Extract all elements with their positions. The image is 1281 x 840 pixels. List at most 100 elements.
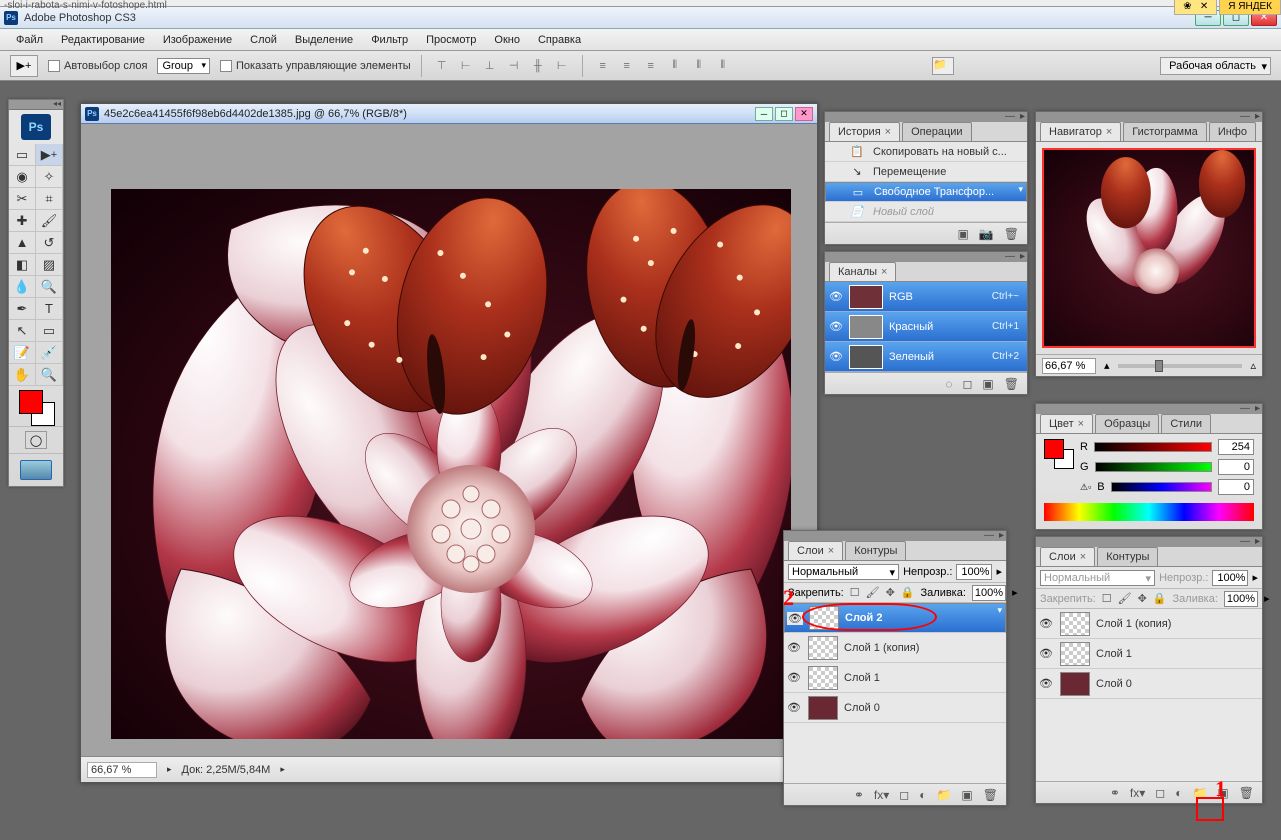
color-swatches[interactable] — [9, 386, 63, 426]
new-channel-icon[interactable]: ▣ — [982, 377, 993, 391]
autoselect-checkbox[interactable]: Автовыбор слоя — [48, 60, 147, 72]
delete-layer-icon[interactable]: 🗑 — [983, 788, 998, 802]
menu-window[interactable]: Окно — [486, 31, 528, 49]
tab-info[interactable]: Инфо — [1209, 122, 1256, 141]
tab-layers[interactable]: Слои× — [1040, 547, 1095, 566]
lock-move-icon[interactable]: ✥ — [886, 586, 895, 599]
dist-3-icon[interactable]: ≡ — [641, 57, 661, 75]
bridge-icon[interactable]: 📁 — [932, 57, 954, 75]
eye-icon[interactable]: 👁 — [787, 612, 803, 625]
screenmode-button[interactable] — [20, 460, 52, 480]
tab-paths[interactable]: Контуры — [1097, 547, 1158, 566]
align-left-icon[interactable]: ⊣ — [504, 57, 524, 75]
workspace-select[interactable]: Рабочая область — [1160, 57, 1271, 75]
doc-maximize[interactable]: ◻ — [775, 107, 793, 121]
adjustment-icon[interactable]: ◐ — [919, 788, 926, 802]
fill-input[interactable]: 100% — [1224, 591, 1258, 607]
blend-mode-select[interactable]: Нормальный — [788, 564, 899, 580]
delete-layer-icon[interactable]: 🗑 — [1239, 786, 1254, 800]
dodge-tool[interactable]: 🔍 — [36, 276, 63, 298]
group-icon[interactable]: 📁 — [1192, 786, 1207, 800]
dist-5-icon[interactable]: ⫴ — [689, 57, 709, 75]
opacity-input[interactable]: 100% — [956, 564, 992, 580]
new-doc-from-state-icon[interactable]: ▣ — [957, 227, 968, 241]
fg-swatch[interactable] — [19, 390, 43, 414]
g-slider[interactable] — [1095, 462, 1212, 472]
tab-layers[interactable]: Слои× — [788, 541, 843, 560]
autoselect-type-select[interactable]: Group — [157, 58, 210, 74]
docsize-menu[interactable]: ▸ — [280, 764, 285, 775]
type-tool[interactable]: T — [36, 298, 63, 320]
layer-row[interactable]: 👁Слой 1 — [784, 663, 1006, 693]
zoom-tool[interactable]: 🔍 — [36, 364, 63, 386]
menu-edit[interactable]: Редактирование — [53, 31, 153, 49]
notes-tool[interactable]: 📝 — [9, 342, 36, 364]
eye-icon[interactable]: 👁 — [829, 290, 843, 303]
lock-paint-icon[interactable]: 🖌 — [1118, 592, 1132, 605]
align-top-icon[interactable]: ⊤ — [432, 57, 452, 75]
tab-styles[interactable]: Стили — [1161, 414, 1211, 433]
eye-icon[interactable]: 👁 — [1038, 647, 1054, 660]
mask-icon[interactable]: ◻ — [899, 788, 909, 802]
history-item[interactable]: 📋Скопировать на новый с... — [825, 142, 1027, 162]
quickmask-button[interactable]: ◯ — [25, 431, 47, 449]
crop-tool[interactable]: ✂ — [9, 188, 36, 210]
zoom-in-icon[interactable]: ▵ — [1250, 359, 1256, 372]
zoom-input[interactable]: 66,67 % — [87, 762, 157, 778]
hand-tool[interactable]: ✋ — [9, 364, 36, 386]
zoom-steppers[interactable]: ▸ — [167, 764, 172, 775]
eyedropper-tool[interactable]: 💉 — [36, 342, 63, 364]
show-controls-checkbox[interactable]: Показать управляющие элементы — [220, 60, 411, 72]
mask-icon[interactable]: ◻ — [1155, 786, 1165, 800]
dist-1-icon[interactable]: ≡ — [593, 57, 613, 75]
marquee-tool[interactable]: ▭ — [9, 144, 36, 166]
align-bottom-icon[interactable]: ⊥ — [480, 57, 500, 75]
history-item[interactable]: ↘Перемещение — [825, 162, 1027, 182]
new-layer-icon[interactable]: ▣ — [961, 788, 972, 802]
lock-trans-icon[interactable]: ☐ — [1102, 592, 1112, 605]
document-titlebar[interactable]: Ps 45e2c6ea41455f6f98eb6d4402de1385.jpg … — [81, 104, 817, 124]
tab-navigator[interactable]: Навигатор× — [1040, 122, 1121, 141]
fx-icon[interactable]: fx▾ — [874, 788, 889, 802]
eye-icon[interactable]: 👁 — [1038, 617, 1054, 630]
adjustment-icon[interactable]: ◐ — [1175, 786, 1182, 800]
move-tool[interactable]: ▶+ — [36, 144, 63, 166]
nav-zoom-slider[interactable] — [1118, 364, 1243, 368]
fx-icon[interactable]: fx▾ — [1130, 786, 1145, 800]
zoom-out-icon[interactable]: ▴ — [1104, 359, 1110, 372]
menu-file[interactable]: Файл — [8, 31, 51, 49]
align-right-icon[interactable]: ⊢ — [552, 57, 572, 75]
new-snapshot-icon[interactable]: 📷 — [979, 227, 994, 241]
tab-actions[interactable]: Операции — [902, 122, 971, 141]
history-item[interactable]: ▭Свободное Трансфор... — [825, 182, 1027, 202]
active-tool-indicator[interactable]: ▶+ — [10, 55, 38, 77]
g-value[interactable]: 0 — [1218, 459, 1254, 475]
pen-tool[interactable]: ✒ — [9, 298, 36, 320]
doc-minimize[interactable]: ─ — [755, 107, 773, 121]
opacity-input[interactable]: 100% — [1212, 570, 1248, 586]
b-value[interactable]: 0 — [1218, 479, 1254, 495]
r-value[interactable]: 254 — [1218, 439, 1254, 455]
align-vcenter-icon[interactable]: ⊢ — [456, 57, 476, 75]
shape-tool[interactable]: ▭ — [36, 320, 63, 342]
lock-trans-icon[interactable]: ☐ — [850, 586, 860, 599]
brush-tool[interactable]: 🖌 — [36, 210, 63, 232]
menu-filter[interactable]: Фильтр — [363, 31, 416, 49]
eye-icon[interactable]: 👁 — [829, 320, 843, 333]
eye-icon[interactable]: 👁 — [829, 350, 843, 363]
eye-icon[interactable]: 👁 — [786, 641, 802, 654]
menu-select[interactable]: Выделение — [287, 31, 361, 49]
eye-icon[interactable]: 👁 — [786, 701, 802, 714]
delete-icon[interactable]: 🗑 — [1004, 227, 1019, 241]
color-spectrum[interactable] — [1044, 503, 1254, 521]
wand-tool[interactable]: ✧ — [36, 166, 63, 188]
doc-close[interactable]: ✕ — [795, 107, 813, 121]
lock-all-icon[interactable]: 🔒 — [901, 586, 915, 599]
link-icon[interactable]: ⚭ — [854, 788, 864, 802]
menu-help[interactable]: Справка — [530, 31, 589, 49]
tab-history[interactable]: История× — [829, 122, 900, 141]
load-selection-icon[interactable]: ◌ — [945, 377, 952, 391]
layer-row[interactable]: 👁Слой 2 — [784, 603, 1006, 633]
heal-tool[interactable]: ✚ — [9, 210, 36, 232]
eye-icon[interactable]: 👁 — [786, 671, 802, 684]
